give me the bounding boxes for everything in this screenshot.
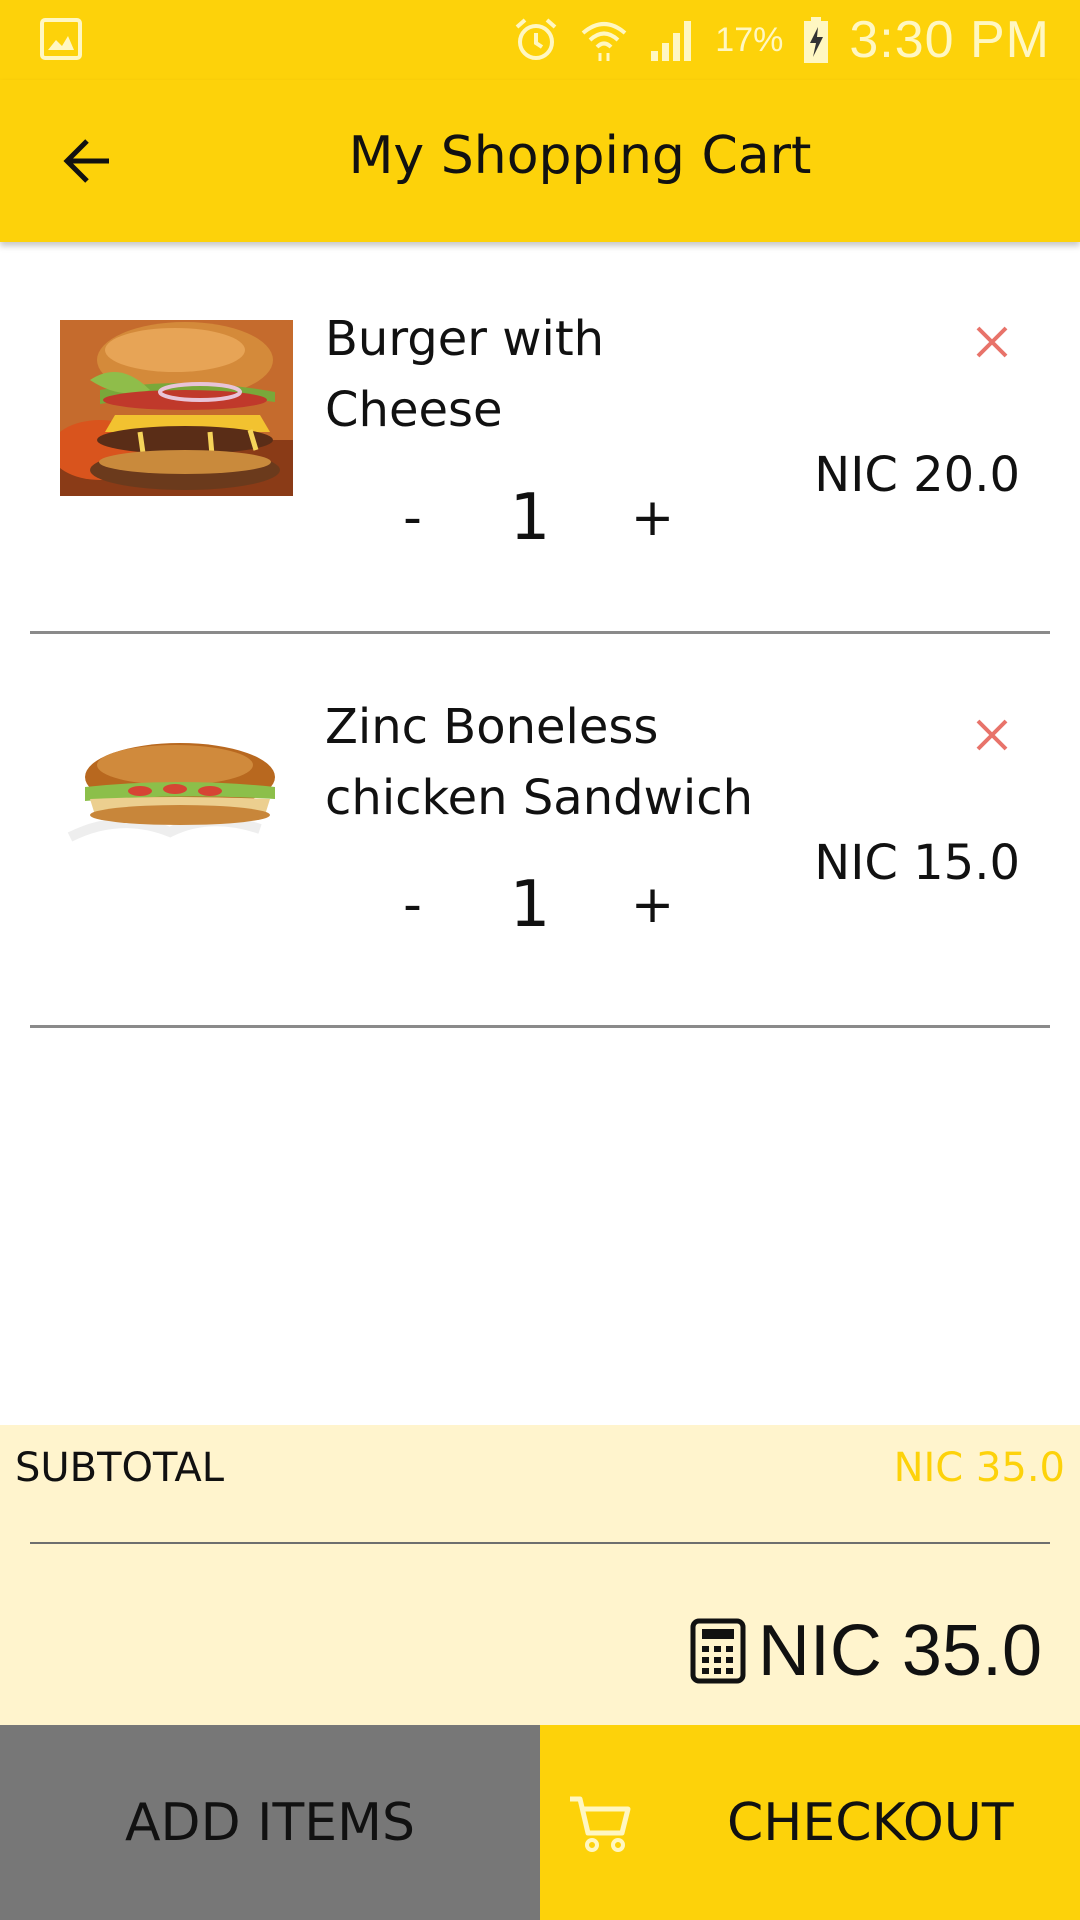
cart-item: Burger with Cheese NIC 20.0 - 1 + xyxy=(0,242,1080,634)
total-value: NIC 35.0 xyxy=(757,1611,1042,1691)
gallery-notification-icon xyxy=(40,18,82,60)
status-time: 3:30 PM xyxy=(849,11,1050,69)
subtotal-value: NIC 35.0 xyxy=(893,1445,1065,1491)
signal-icon xyxy=(651,21,692,61)
sandwich-image xyxy=(60,717,293,893)
item-name: Burger with Cheese xyxy=(325,311,605,438)
decrease-quantity-button[interactable]: - xyxy=(370,865,455,945)
wifi-icon xyxy=(581,22,627,61)
burger-image xyxy=(60,320,293,496)
item-name: Zinc Boneless chicken Sandwich xyxy=(325,699,754,826)
item-divider xyxy=(30,1025,1050,1028)
cart-item: Zinc Boneless chicken Sandwich NIC 15.0 … xyxy=(0,635,1080,1028)
remove-item-button[interactable] xyxy=(962,312,1022,372)
alarm-icon xyxy=(515,18,557,60)
remove-item-button[interactable] xyxy=(962,705,1022,765)
shopping-cart-icon xyxy=(570,1796,631,1852)
app-bar: My Shopping Cart xyxy=(0,80,1080,242)
add-items-label: ADD ITEMS xyxy=(124,1792,415,1853)
quantity-value: 1 xyxy=(509,481,551,555)
status-icons: 17% 3:30 PM xyxy=(511,0,1050,80)
checkout-label: CHECKOUT xyxy=(727,1792,1014,1853)
battery-percent: 17% xyxy=(715,20,784,59)
quantity-stepper: - 1 + xyxy=(370,865,700,945)
subtotal-label: SUBTOTAL xyxy=(15,1445,225,1491)
close-icon xyxy=(976,326,1008,358)
close-icon xyxy=(976,719,1008,751)
increase-quantity-button[interactable]: + xyxy=(610,478,695,558)
item-price: NIC 15.0 xyxy=(814,835,1020,891)
order-summary: SUBTOTAL NIC 35.0 NIC 35.0 xyxy=(0,1425,1080,1725)
status-bar: 17% 3:30 PM xyxy=(0,0,1080,80)
decrease-quantity-button[interactable]: - xyxy=(370,478,455,558)
increase-quantity-button[interactable]: + xyxy=(610,865,695,945)
calculator-icon xyxy=(690,1618,746,1684)
add-items-button[interactable]: ADD ITEMS xyxy=(0,1725,540,1920)
checkout-button[interactable]: CHECKOUT xyxy=(540,1725,1080,1920)
page-title: My Shopping Cart xyxy=(348,126,812,186)
quantity-value: 1 xyxy=(509,868,551,942)
summary-divider xyxy=(30,1542,1050,1544)
item-divider xyxy=(30,631,1050,634)
battery-charging-icon xyxy=(804,17,829,63)
quantity-stepper: - 1 + xyxy=(370,478,700,558)
item-price: NIC 20.0 xyxy=(814,447,1020,503)
